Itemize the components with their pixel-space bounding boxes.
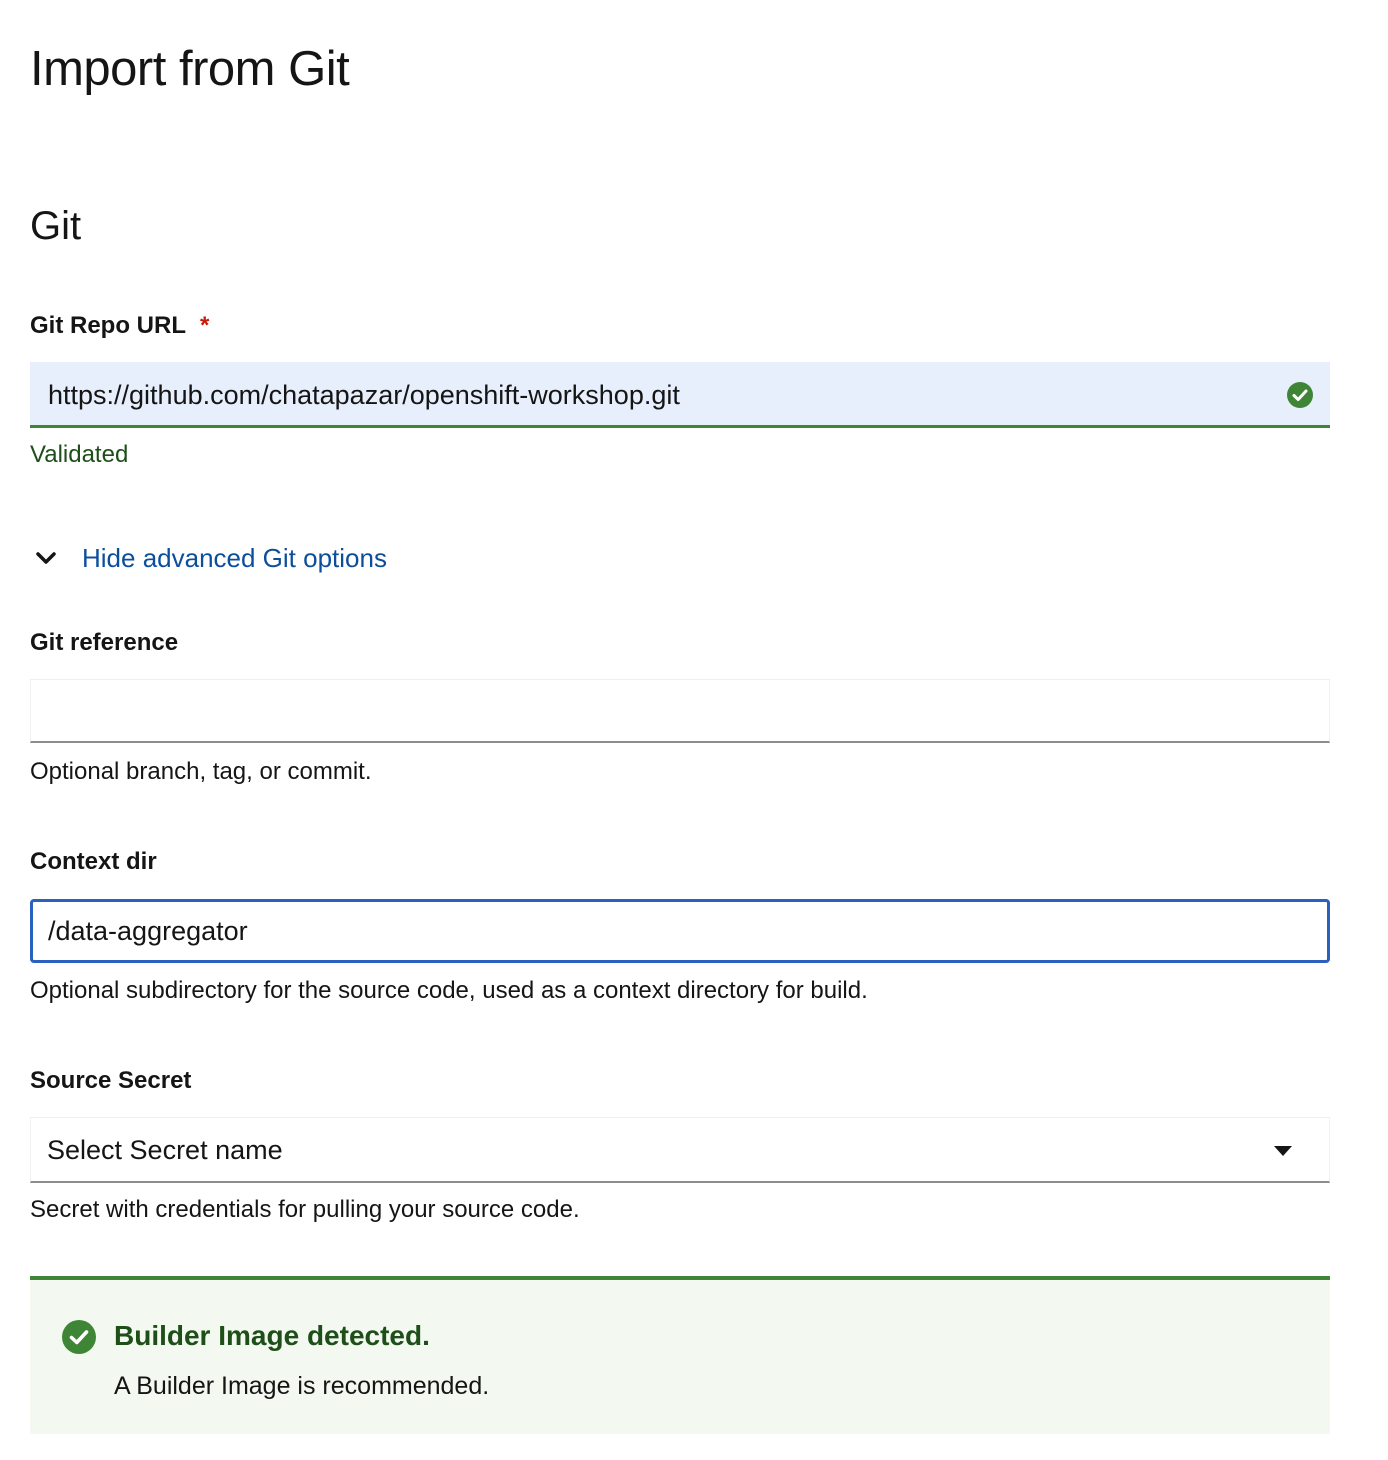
git-repo-url-value: https://github.com/chatapazar/openshift-… [48, 380, 680, 410]
source-secret-selected: Select Secret name [47, 1135, 283, 1165]
source-secret-helper: Secret with credentials for pulling your… [30, 1196, 580, 1223]
chevron-down-icon [36, 552, 56, 564]
page-title: Import from Git [30, 42, 350, 96]
git-reference-input[interactable] [30, 679, 1330, 743]
alert-body: A Builder Image is recommended. [114, 1372, 490, 1400]
git-reference-label: Git reference [30, 629, 179, 656]
git-reference-helper: Optional branch, tag, or commit. [30, 758, 372, 785]
alert-title: Builder Image detected. [114, 1320, 430, 1351]
hide-advanced-git-options-label[interactable]: Hide advanced Git options [82, 543, 387, 574]
caret-down-icon [1274, 1146, 1292, 1156]
builder-image-alert: Builder Image detected. A Builder Image … [30, 1276, 1330, 1434]
context-dir-value: /data-aggregator [48, 916, 248, 946]
hide-advanced-git-options-toggle[interactable]: Hide advanced Git options [30, 538, 387, 578]
git-repo-url-input[interactable]: https://github.com/chatapazar/openshift-… [30, 362, 1330, 428]
context-dir-helper: Optional subdirectory for the source cod… [30, 977, 868, 1004]
section-title-git: Git [30, 204, 82, 248]
git-repo-url-status: Validated [30, 441, 129, 468]
git-repo-url-label-text: Git Repo URL [30, 312, 186, 339]
check-circle-icon [62, 1320, 96, 1354]
check-circle-icon [1287, 382, 1313, 408]
context-dir-label: Context dir [30, 848, 157, 875]
git-repo-url-label: Git Repo URL * [30, 311, 209, 341]
required-marker: * [200, 312, 210, 339]
source-secret-select[interactable]: Select Secret name [30, 1117, 1330, 1183]
source-secret-label: Source Secret [30, 1067, 192, 1094]
context-dir-input[interactable]: /data-aggregator [30, 899, 1330, 963]
